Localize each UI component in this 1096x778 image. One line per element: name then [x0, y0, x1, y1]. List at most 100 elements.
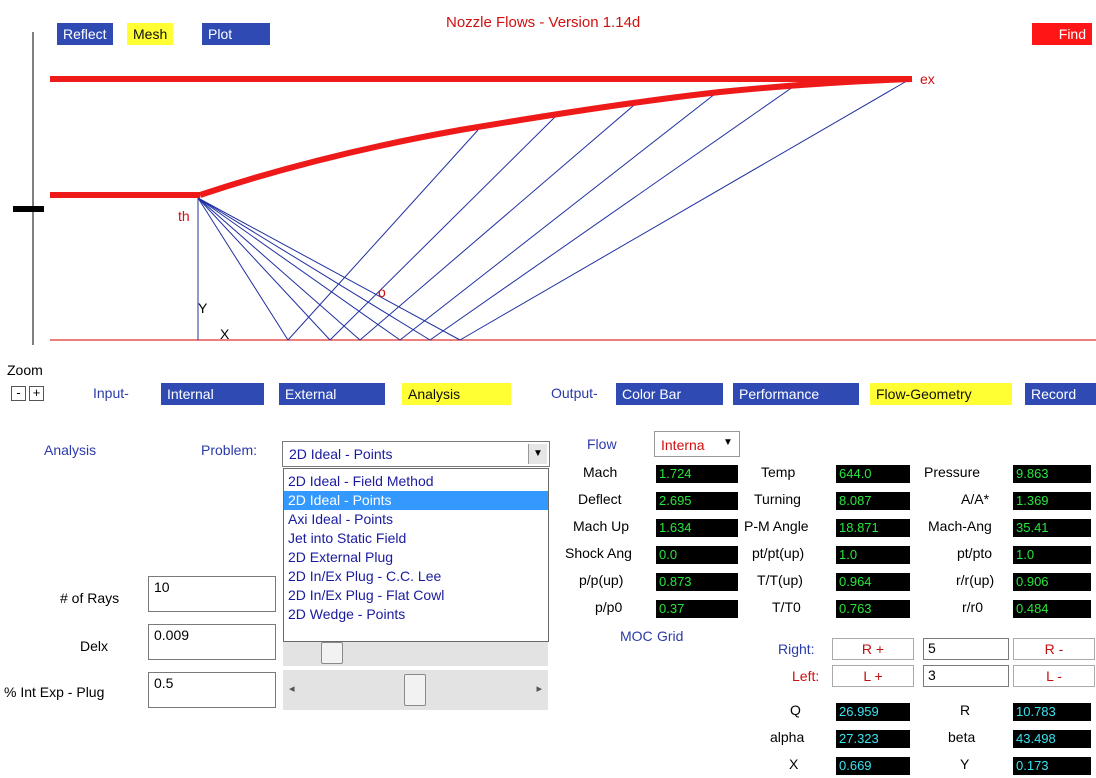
mach-up-label: Mach Up [573, 518, 630, 534]
moc-label: MOC [620, 628, 653, 644]
area-ratio-label: A/A* [961, 491, 990, 507]
tab-analysis[interactable]: Analysis [402, 383, 511, 405]
y-label: Y [960, 756, 970, 772]
beta-label: beta [948, 729, 976, 745]
x-value: 0.669 [836, 757, 910, 775]
temp-value: 644.0 [836, 465, 910, 483]
delx-input[interactable]: 0.009 [148, 624, 276, 660]
area-ratio-value: 1.369 [1013, 492, 1091, 510]
nozzle-contour [199, 76, 913, 198]
pressure-label: Pressure [924, 464, 981, 480]
dropdown-option-selected[interactable]: 2D Ideal - Points [284, 491, 548, 510]
dropdown-option[interactable]: 2D Ideal - Field Method [284, 472, 548, 491]
delx-label: Delx [80, 638, 109, 654]
tab-performance[interactable]: Performance [733, 383, 859, 405]
pt-pto-value: 1.0 [1013, 546, 1091, 564]
pt-pt-up-value: 1.0 [836, 546, 910, 564]
q-label: Q [790, 702, 801, 718]
alpha-label: alpha [770, 729, 805, 745]
q-value: 26.959 [836, 703, 910, 721]
r-r0-value: 0.484 [1013, 600, 1091, 618]
delx-slider[interactable] [283, 642, 548, 666]
p-p-up-label: p/p(up) [579, 572, 624, 588]
right-plus-button[interactable]: R + [832, 638, 914, 660]
flow-select[interactable]: Interna ▼ [654, 431, 740, 457]
point-marker: o [378, 284, 386, 300]
rays-label: # of Rays [60, 590, 120, 606]
r-r0-label: r/r0 [962, 599, 983, 615]
slider-thumb[interactable] [321, 642, 343, 664]
turning-value: 8.087 [836, 492, 910, 510]
flow-select-value: Interna [661, 437, 705, 453]
pt-pt-up-label: pt/pt(up) [752, 545, 805, 561]
deflect-label: Deflect [578, 491, 622, 507]
tab-color-bar[interactable]: Color Bar [616, 383, 723, 405]
x-label: X [789, 756, 799, 772]
mach-label: Mach [583, 464, 618, 480]
dropdown-option[interactable]: 2D Wedge - Points [284, 605, 548, 624]
alpha-value: 27.323 [836, 730, 910, 748]
x-axis-label: X [220, 326, 230, 342]
dropdown-option[interactable]: 2D In/Ex Plug - C.C. Lee [284, 567, 548, 586]
deflect-value: 2.695 [656, 492, 738, 510]
slider-left-arrow-icon[interactable]: ◂ [289, 682, 295, 695]
mach-up-value: 1.634 [656, 519, 738, 537]
zoom-label: Zoom [7, 362, 43, 378]
beta-value: 43.498 [1013, 730, 1091, 748]
intexp-input[interactable]: 0.5 [148, 672, 276, 708]
left-value-input[interactable]: 3 [923, 665, 1009, 687]
r-label: R [960, 702, 971, 718]
zoom-in-button[interactable]: + [29, 386, 44, 401]
intexp-label: % Int Exp - Plug [4, 684, 105, 700]
r-r-up-value: 0.906 [1013, 573, 1091, 591]
chevron-down-icon[interactable]: ▼ [528, 444, 547, 464]
problem-selected-value: 2D Ideal - Points [289, 446, 393, 462]
r-r-up-label: r/r(up) [956, 572, 995, 588]
input-nav-label: Input- [93, 385, 129, 401]
dropdown-option[interactable]: 2D In/Ex Plug - Flat Cowl [284, 586, 548, 605]
y-axis-label: Y [198, 300, 208, 316]
t-t-up-value: 0.964 [836, 573, 910, 591]
t-t0-value: 0.763 [836, 600, 910, 618]
shock-ang-label: Shock Ang [565, 545, 632, 561]
dropdown-option[interactable]: 2D External Plug [284, 548, 548, 567]
rays-input[interactable]: 10 [148, 576, 276, 612]
pt-pto-label: pt/pto [957, 545, 993, 561]
nozzle-diagram[interactable]: th ex Y X o [0, 0, 1096, 360]
slider-right-arrow-icon[interactable]: ▸ [536, 682, 542, 695]
dropdown-option[interactable]: Axi Ideal - Points [284, 510, 548, 529]
right-value-input[interactable]: 5 [923, 638, 1009, 660]
tab-record[interactable]: Record [1025, 383, 1096, 405]
problem-label: Problem: [201, 442, 258, 458]
left-plus-button[interactable]: L + [832, 665, 914, 687]
right-label: Right: [778, 641, 815, 657]
dropdown-option[interactable]: Jet into Static Field [284, 529, 548, 548]
pm-angle-value: 18.871 [836, 519, 910, 537]
intexp-slider[interactable]: ◂ ▸ [283, 670, 548, 710]
p-p0-label: p/p0 [595, 599, 623, 615]
mach-angle-label: Mach-Ang [928, 518, 992, 534]
p-p-up-value: 0.873 [656, 573, 738, 591]
problem-select[interactable]: 2D Ideal - Points ▼ [282, 441, 550, 467]
zoom-out-button[interactable]: - [11, 386, 26, 401]
tab-flow-geometry[interactable]: Flow-Geometry [870, 383, 1012, 405]
mach-angle-value: 35.41 [1013, 519, 1091, 537]
output-nav-label: Output- [551, 385, 598, 401]
left-minus-button[interactable]: L - [1013, 665, 1095, 687]
throat-label: th [178, 208, 190, 224]
exit-label: ex [920, 71, 935, 87]
tab-internal[interactable]: Internal [161, 383, 264, 405]
mach-value: 1.724 [656, 465, 738, 483]
slider-thumb[interactable] [404, 674, 426, 706]
left-label: Left: [792, 668, 820, 684]
problem-dropdown-list[interactable]: 2D Ideal - Field Method 2D Ideal - Point… [283, 468, 549, 642]
temp-label: Temp [761, 464, 796, 480]
chevron-down-icon[interactable]: ▼ [723, 437, 733, 448]
right-minus-button[interactable]: R - [1013, 638, 1095, 660]
tab-external[interactable]: External [279, 383, 385, 405]
analysis-heading: Analysis [44, 442, 97, 458]
pressure-value: 9.863 [1013, 465, 1091, 483]
zoom-slider-handle [13, 206, 44, 212]
grid-label: Grid [657, 628, 684, 644]
t-t0-label: T/T0 [772, 599, 801, 615]
